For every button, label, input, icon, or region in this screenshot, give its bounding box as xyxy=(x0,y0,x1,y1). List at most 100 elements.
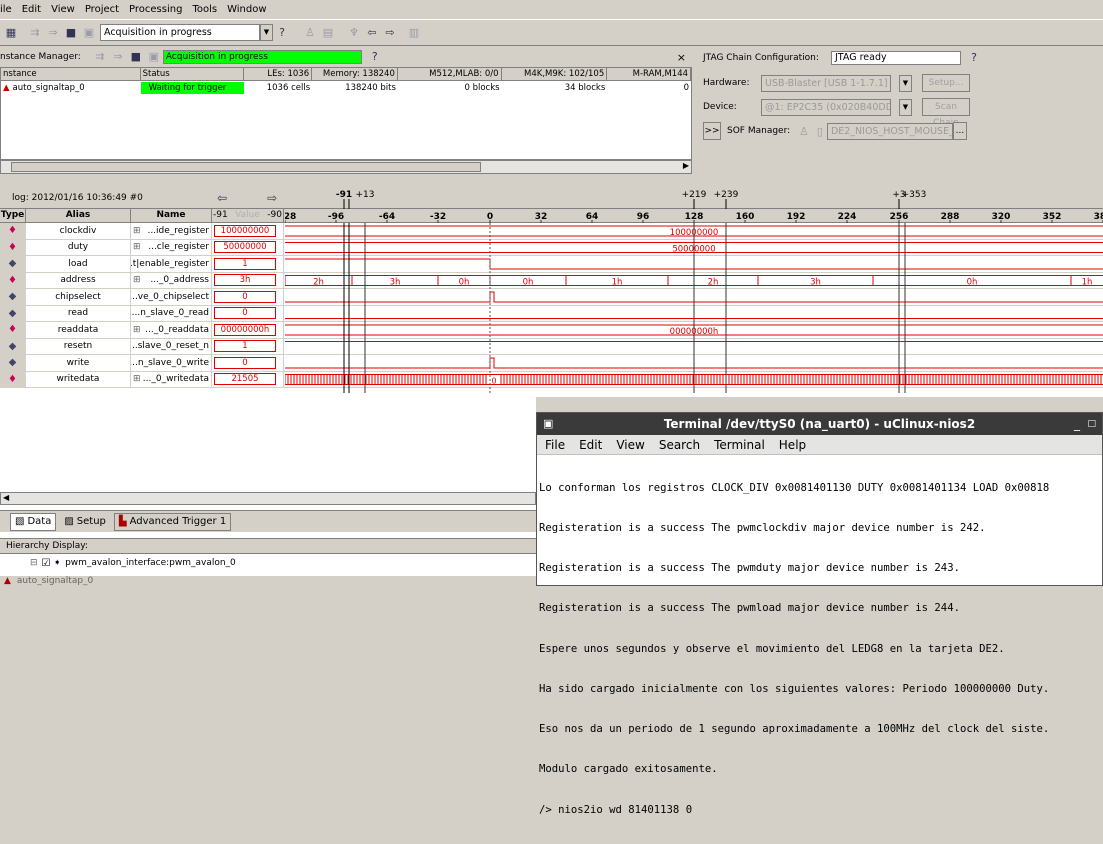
tab-setup[interactable]: ▨ Setup xyxy=(60,513,110,531)
program-icon[interactable]: ▤ xyxy=(319,24,337,42)
next-marker-icon[interactable]: ⇨ xyxy=(267,191,277,205)
time-ruler: -128-96-64-32032649612816019222425628832… xyxy=(285,212,1103,223)
lower-hscrollbar[interactable]: ◀ xyxy=(0,492,536,505)
autorun-icon[interactable]: ⇉ xyxy=(91,48,109,66)
marker-label: +13 xyxy=(356,190,375,200)
prev-icon[interactable]: ⇦ xyxy=(363,24,381,42)
status-combo[interactable]: Acquisition in progress xyxy=(100,24,260,41)
waveform-panel: log: 2012/01/16 10:36:49 #0 ⇦ ⇨ -91 +13 +2… xyxy=(0,187,1103,397)
col-status[interactable]: Status xyxy=(141,68,245,80)
col-type: Type xyxy=(0,209,26,222)
col-mram[interactable]: M-RAM,M144 xyxy=(607,68,692,80)
browse-button[interactable]: ... xyxy=(952,122,967,140)
value-right-time: -90 xyxy=(267,210,282,220)
chevron-down-icon[interactable]: ▼ xyxy=(899,74,912,92)
terminal-menu-view[interactable]: View xyxy=(616,438,644,452)
run-icon[interactable]: ⇒ xyxy=(44,24,62,42)
terminal-icon: ▣ xyxy=(543,417,554,430)
terminal-menu-help[interactable]: Help xyxy=(779,438,806,452)
scroll-right-icon[interactable]: ▶ xyxy=(683,161,689,170)
col-m512[interactable]: M512,MLAB: 0/0 xyxy=(398,68,502,80)
instance-hscrollbar[interactable]: ▶ xyxy=(0,160,692,174)
expand-icon[interactable]: ⊞ xyxy=(133,226,141,236)
stop-icon[interactable]: ■ xyxy=(62,24,80,42)
instance-row[interactable]: ▲ auto_signaltap_0 Waiting for trigger 10… xyxy=(1,81,691,95)
minimize-icon[interactable]: _ xyxy=(1074,413,1080,435)
signal-alias: readdata xyxy=(26,322,131,338)
hierarchy-label: Hierarchy Display: xyxy=(6,541,88,551)
bus-icon: ♦ xyxy=(8,241,17,253)
scan-chain-button[interactable]: Scan Chain xyxy=(922,98,970,128)
terminal-output[interactable]: Lo conforman los registros CLOCK_DIV 0x0… xyxy=(537,455,1102,844)
menu-view[interactable]: View xyxy=(51,4,75,15)
setup-button[interactable]: Setup... xyxy=(922,74,970,92)
instance-status: Waiting for trigger xyxy=(140,82,245,94)
menu-window[interactable]: Window xyxy=(227,4,266,15)
tab-advanced-trigger[interactable]: ▙ Advanced Trigger 1 xyxy=(113,512,232,531)
autorun-icon[interactable]: ⇉ xyxy=(26,24,44,42)
instance-icon[interactable]: ▦ xyxy=(2,24,20,42)
signal-value: 21505 xyxy=(214,373,276,386)
menu-processing[interactable]: Processing xyxy=(129,4,182,15)
program-icon[interactable]: ♙ xyxy=(799,125,809,138)
close-icon[interactable]: × xyxy=(677,51,686,64)
pin-icon: ◆ xyxy=(8,258,17,270)
sof-file-field[interactable]: DE2_NIOS_HOST_MOUSE_VG xyxy=(826,122,953,140)
terminal-line: Ha sido cargado inicialmente con los sig… xyxy=(539,682,1050,695)
compile-icon[interactable]: ♙ xyxy=(301,24,319,42)
expand-button[interactable]: >> xyxy=(703,122,721,140)
run-icon[interactable]: ⇒ xyxy=(109,48,127,66)
stop-icon[interactable]: ■ xyxy=(127,48,145,66)
terminal-menu-file[interactable]: File xyxy=(545,438,565,452)
col-m4k[interactable]: M4K,M9K: 102/105 xyxy=(502,68,608,80)
terminal-window: ▣ Terminal /dev/ttyS0 (na_uart0) - uClin… xyxy=(536,412,1103,816)
chevron-down-icon[interactable]: ▼ xyxy=(899,98,912,116)
terminal-line: Eso nos da un periodo de 1 segundo aprox… xyxy=(539,723,1050,736)
bus-icon: ♦ xyxy=(8,274,17,286)
menu-tools[interactable]: Tools xyxy=(192,4,217,15)
instance-les: 1036 cells xyxy=(266,83,311,93)
help-icon[interactable]: ? xyxy=(273,24,291,42)
settings-icon[interactable]: ▥ xyxy=(405,24,423,42)
expand-icon[interactable]: ⊞ xyxy=(133,242,141,252)
signal-value: 50000000 xyxy=(214,241,276,254)
col-les[interactable]: LEs: 1036 xyxy=(244,68,313,80)
expand-icon[interactable]: ⊞ xyxy=(133,275,141,285)
chevron-down-icon[interactable]: ▼ xyxy=(260,24,273,41)
read-data-icon[interactable]: ▣ xyxy=(145,48,163,66)
main-toolbar: ▦ ⇉ ⇒ ■ ▣ Acquisition in progress ▼ ? ♙ … xyxy=(0,20,1103,46)
scroll-thumb[interactable] xyxy=(11,162,481,172)
signal-alias: writedata xyxy=(26,371,131,387)
scroll-left-icon[interactable]: ◀ xyxy=(3,493,9,502)
help-icon[interactable]: ? xyxy=(366,48,384,66)
next-icon[interactable]: ⇨ xyxy=(381,24,399,42)
node-finder-icon[interactable]: ♆ xyxy=(345,24,363,42)
terminal-titlebar[interactable]: ▣ Terminal /dev/ttyS0 (na_uart0) - uClin… xyxy=(537,413,1102,435)
help-icon[interactable]: ? xyxy=(965,49,983,67)
hardware-select[interactable]: USB-Blaster [USB 1-1.7.1] xyxy=(761,74,891,92)
checkbox-icon[interactable]: ☑ xyxy=(42,558,51,569)
terminal-menu-terminal[interactable]: Terminal xyxy=(714,438,765,452)
menu-edit[interactable]: Edit xyxy=(22,4,41,15)
attach-icon[interactable]: ▯ xyxy=(817,125,823,138)
hierarchy-node[interactable]: ⊟ ☑ ➧ pwm_avalon_interface:pwm_avalon_0 xyxy=(30,556,236,570)
tab-data[interactable]: ▧ Data xyxy=(10,512,57,531)
terminal-title: Terminal /dev/ttyS0 (na_uart0) - uClinux… xyxy=(663,417,976,431)
collapse-icon[interactable]: ⊟ xyxy=(30,558,38,568)
col-instance[interactable]: nstance xyxy=(1,68,141,80)
expand-icon[interactable]: ⊞ xyxy=(133,325,141,335)
menu-file[interactable]: ile xyxy=(0,4,12,15)
menu-project[interactable]: Project xyxy=(85,4,119,15)
signal-name: ...ide_register xyxy=(147,225,209,236)
read-data-icon[interactable]: ▣ xyxy=(80,24,98,42)
maximize-icon[interactable]: □ xyxy=(1087,413,1096,435)
instance-name: auto_signaltap_0 xyxy=(12,83,85,93)
prev-marker-icon[interactable]: ⇦ xyxy=(217,191,227,205)
col-memory[interactable]: Memory: 138240 xyxy=(312,68,398,80)
trigger-icon: ▙ xyxy=(118,516,127,527)
terminal-menu-search[interactable]: Search xyxy=(659,438,700,452)
terminal-menu-edit[interactable]: Edit xyxy=(579,438,602,452)
bus-icon: ♦ xyxy=(8,324,17,336)
expand-icon[interactable]: ⊞ xyxy=(133,374,141,384)
device-select[interactable]: @1: EP2C35 (0x020B40DD) xyxy=(761,98,891,116)
